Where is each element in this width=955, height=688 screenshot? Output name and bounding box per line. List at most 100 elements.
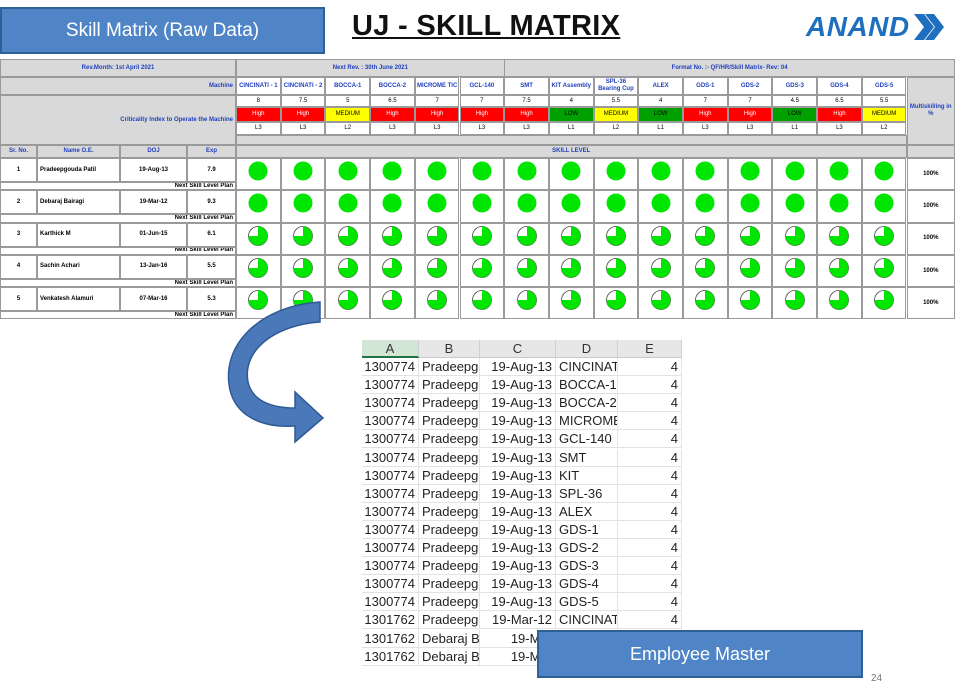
sheet-cell[interactable]: 19-Aug-13 <box>480 358 556 376</box>
sheet-cell[interactable]: SMT <box>556 448 618 467</box>
skill-cell <box>459 190 505 223</box>
sheet-cell[interactable]: 19-Aug-13 <box>480 502 556 521</box>
sheet-cell[interactable]: 4 <box>618 412 682 431</box>
sheet-cell[interactable]: 19-Aug-13 <box>480 539 556 557</box>
sheet-cell[interactable]: BOCCA-1 <box>556 376 618 395</box>
sheet-cell[interactable]: GDS-3 <box>556 557 618 576</box>
required-level: L2 <box>325 122 371 135</box>
sheet-cell[interactable]: 4 <box>618 593 682 612</box>
sheet-cell[interactable]: 1300774 <box>362 593 419 612</box>
sheet-cell[interactable]: 1300774 <box>362 539 419 557</box>
sheet-cell[interactable]: GDS-2 <box>556 539 618 557</box>
sheet-cell[interactable]: Pradeepgo <box>419 430 480 449</box>
sheet-cell[interactable]: 4 <box>618 484 682 503</box>
sheet-cell[interactable]: 19-Aug-13 <box>480 557 556 576</box>
sheet-cell[interactable]: Pradeepgo <box>419 611 480 630</box>
sheet-cell[interactable]: 19-Aug-13 <box>480 412 556 431</box>
sheet-cell[interactable]: GCL-140 <box>556 430 618 449</box>
sheet-cell[interactable]: Pradeepgo <box>419 376 480 395</box>
skill-full-circle-icon <box>740 161 760 181</box>
sheet-cell[interactable]: 1301762 <box>362 647 419 666</box>
sheet-cell[interactable]: 1300774 <box>362 412 419 431</box>
sheet-cell[interactable]: 4 <box>618 557 682 576</box>
sheet-cell[interactable]: 19-Aug-13 <box>480 448 556 467</box>
sheet-cell[interactable]: 1300774 <box>362 575 419 594</box>
skill-full-circle-icon <box>874 161 894 181</box>
skill-matrix-raw-data-button[interactable]: Skill Matrix (Raw Data) <box>0 7 325 54</box>
sheet-cell[interactable]: Pradeepgo <box>419 448 480 467</box>
sheet-cell[interactable]: 1300774 <box>362 466 419 485</box>
sheet-cell[interactable]: Pradeepgo <box>419 394 480 413</box>
sheet-cell[interactable]: 4 <box>618 502 682 521</box>
sheet-column-header[interactable]: E <box>618 340 682 358</box>
multiskilling-value: 100% <box>906 190 955 223</box>
skill-cell <box>325 254 371 288</box>
sheet-cell[interactable]: 19-Mar-12 <box>480 611 556 630</box>
sheet-column-header[interactable]: B <box>419 340 480 358</box>
sheet-cell[interactable]: 1301762 <box>362 629 419 648</box>
sheet-cell[interactable]: 1301762 <box>362 611 419 630</box>
sheet-cell[interactable]: 1300774 <box>362 430 419 449</box>
skill-cell <box>280 222 326 255</box>
sheet-cell[interactable]: 4 <box>618 466 682 485</box>
sheet-cell[interactable]: BOCCA-2 <box>556 394 618 413</box>
sheet-cell[interactable]: Pradeepgo <box>419 557 480 576</box>
sheet-cell[interactable]: 1300774 <box>362 376 419 395</box>
sheet-cell[interactable]: 4 <box>618 520 682 539</box>
skill-matrix-table: Rev.Month: 1st April 2021 Next Rev. : 30t… <box>0 59 955 324</box>
sheet-cell[interactable]: 4 <box>618 539 682 557</box>
sheet-cell[interactable]: GDS-1 <box>556 520 618 539</box>
sheet-cell[interactable]: Pradeepgo <box>419 575 480 594</box>
sheet-cell[interactable]: Pradeepgo <box>419 539 480 557</box>
sheet-cell[interactable]: MICROME <box>556 412 618 431</box>
sheet-column-header[interactable]: A <box>362 340 419 358</box>
sheet-cell[interactable]: 1300774 <box>362 484 419 503</box>
sheet-column-header[interactable]: C <box>480 340 556 358</box>
sheet-cell[interactable]: GDS-4 <box>556 575 618 594</box>
sheet-cell[interactable]: 4 <box>618 430 682 449</box>
skill-three-quarter-circle-icon <box>695 290 716 311</box>
sheet-cell[interactable]: KIT <box>556 466 618 485</box>
sheet-cell[interactable]: 1300774 <box>362 502 419 521</box>
sheet-cell[interactable]: 19-Aug-13 <box>480 575 556 594</box>
sheet-cell[interactable]: 19-Aug-13 <box>480 520 556 539</box>
sheet-cell[interactable]: GDS-5 <box>556 593 618 612</box>
sheet-cell[interactable]: 4 <box>618 358 682 376</box>
sheet-cell[interactable]: Pradeepgo <box>419 484 480 503</box>
sheet-cell[interactable]: ALEX <box>556 502 618 521</box>
sheet-cell[interactable]: 4 <box>618 611 682 630</box>
sheet-cell[interactable]: Pradeepgo <box>419 466 480 485</box>
sheet-cell[interactable]: 1300774 <box>362 557 419 576</box>
sheet-cell[interactable]: 1300774 <box>362 520 419 539</box>
sheet-cell[interactable]: Pradeepgo <box>419 593 480 612</box>
sheet-cell[interactable]: 19-Aug-13 <box>480 376 556 395</box>
employee-master-button[interactable]: Employee Master <box>537 630 863 678</box>
sheet-cell[interactable]: Debaraj Ba <box>419 647 480 666</box>
sheet-column-header[interactable]: D <box>556 340 618 358</box>
sheet-cell[interactable]: Pradeepgo <box>419 358 480 376</box>
sheet-cell[interactable]: Pradeepgo <box>419 502 480 521</box>
sheet-cell[interactable]: 4 <box>618 394 682 413</box>
sheet-cell[interactable]: 1300774 <box>362 448 419 467</box>
skill-three-quarter-circle-icon <box>695 258 716 278</box>
sheet-cell[interactable]: SPL-36 <box>556 484 618 503</box>
sheet-cell[interactable]: CINCINATI <box>556 358 618 376</box>
skill-cell <box>325 222 371 255</box>
sheet-cell[interactable]: 19-Aug-13 <box>480 466 556 485</box>
sheet-cell[interactable]: 1300774 <box>362 394 419 413</box>
sheet-cell[interactable]: 1300774 <box>362 358 419 376</box>
sheet-cell[interactable]: Debaraj Ba <box>419 629 480 648</box>
criticality-badge: MEDIUM <box>861 107 907 122</box>
sheet-cell[interactable]: 19-Aug-13 <box>480 394 556 413</box>
criticality-index: 5 <box>325 95 371 107</box>
sheet-cell[interactable]: CINCINATI <box>556 611 618 630</box>
skill-cell <box>683 287 728 320</box>
sheet-cell[interactable]: 4 <box>618 448 682 467</box>
sheet-cell[interactable]: 19-Aug-13 <box>480 484 556 503</box>
sheet-cell[interactable]: 19-Aug-13 <box>480 430 556 449</box>
sheet-cell[interactable]: 19-Aug-13 <box>480 593 556 612</box>
sheet-cell[interactable]: 4 <box>618 575 682 594</box>
sheet-cell[interactable]: Pradeepgo <box>419 412 480 431</box>
sheet-cell[interactable]: 4 <box>618 376 682 395</box>
sheet-cell[interactable]: Pradeepgo <box>419 520 480 539</box>
